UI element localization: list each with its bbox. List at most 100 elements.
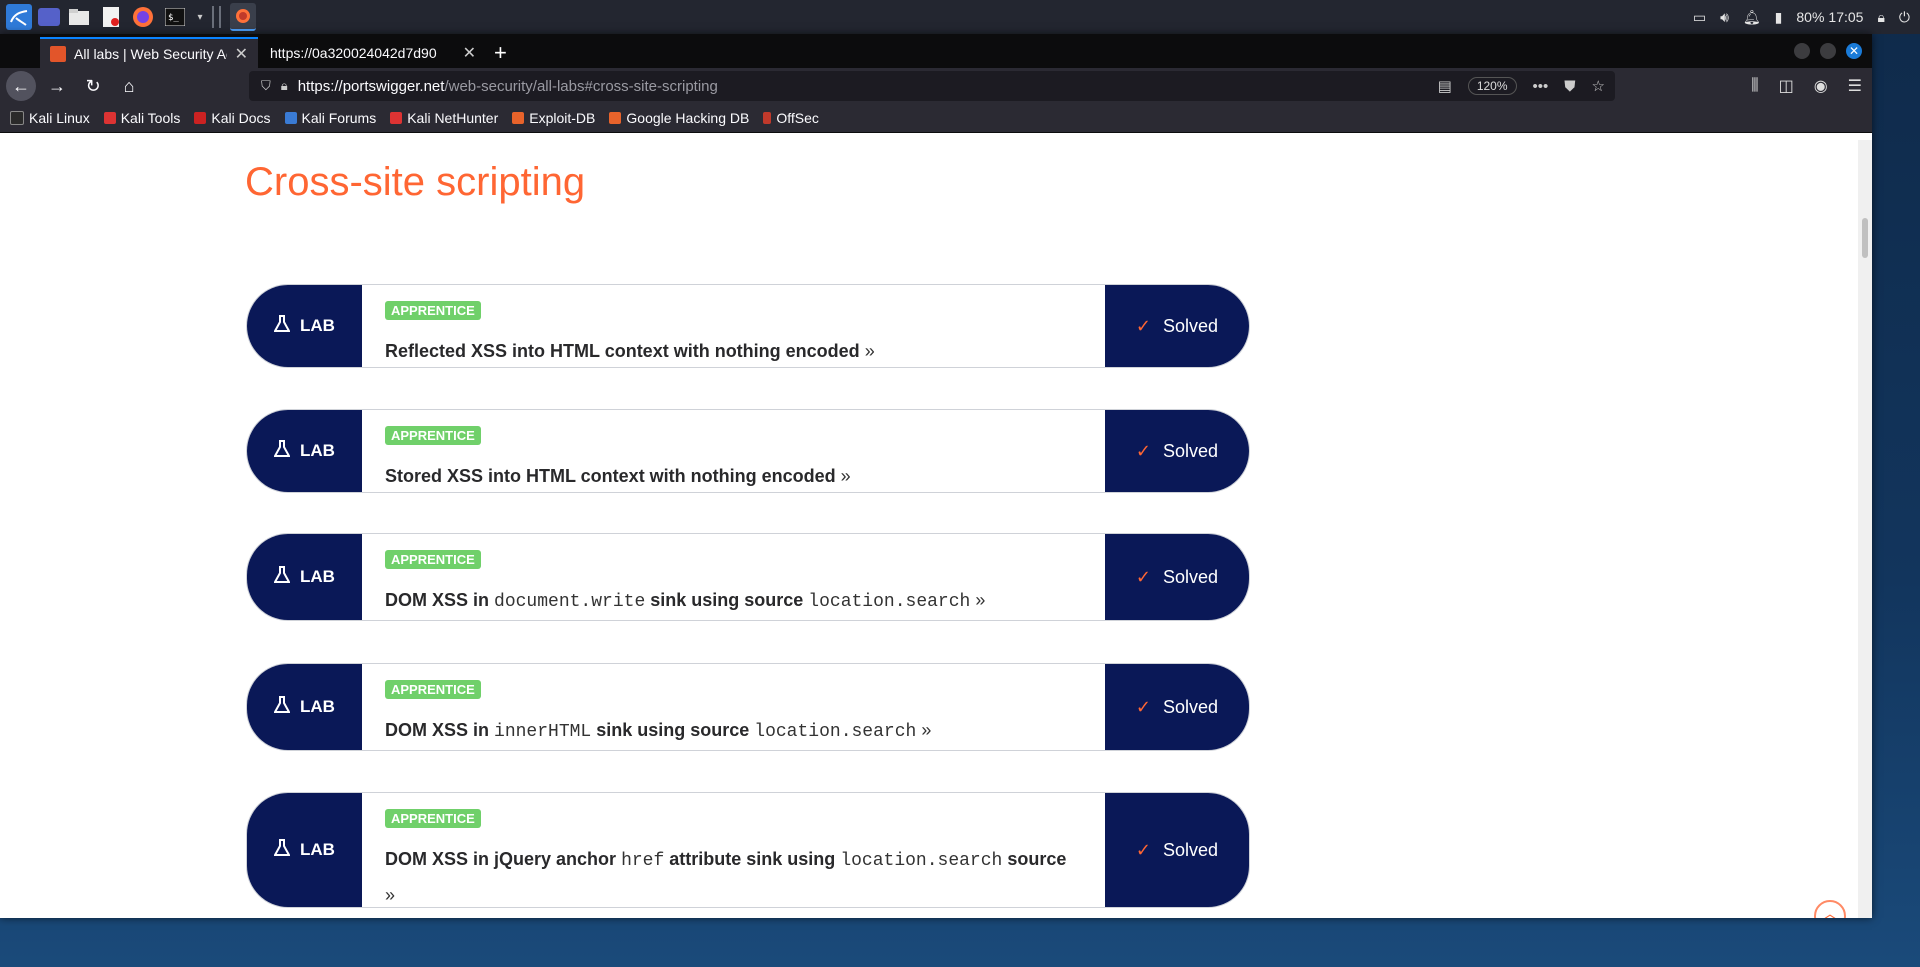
lab-title-link[interactable]: Stored XSS into HTML context with nothin…: [385, 459, 1079, 492]
level-badge: APPRENTICE: [385, 680, 481, 699]
tracking-protection-shield-icon[interactable]: ⛉: [261, 78, 271, 94]
double-chevron-right-icon: »: [859, 341, 875, 361]
solved-status: ✓ Solved: [1105, 410, 1249, 492]
text-editor-icon[interactable]: [98, 4, 124, 30]
file-manager-icon[interactable]: [66, 4, 92, 30]
terminal-icon[interactable]: $_: [162, 4, 188, 30]
lock-screen-icon[interactable]: 🔒︎: [1877, 9, 1884, 26]
forward-button[interactable]: →: [42, 71, 72, 101]
double-chevron-right-icon: »: [916, 720, 932, 740]
page-content: Cross-site scripting LAB APPRENTICE Reflec…: [0, 140, 1872, 918]
lab-badge-label: LAB: [300, 441, 335, 460]
lab-title-text: DOM XSS in jQuery anchor: [385, 849, 622, 869]
new-tab-button[interactable]: +: [494, 40, 507, 66]
checkmark-icon: ✓: [1135, 315, 1152, 336]
bookmark-kali-forums[interactable]: Kali Forums: [284, 110, 376, 126]
clock[interactable]: 17:05: [1828, 9, 1863, 25]
ghdb-icon: [609, 112, 622, 124]
home-button[interactable]: ⌂: [114, 71, 144, 101]
menu-hamburger-icon[interactable]: ☰: [1848, 76, 1862, 96]
offsec-icon: [763, 112, 772, 124]
section-title: Cross-site scripting: [245, 160, 586, 204]
kali-menu-icon[interactable]: [6, 4, 32, 30]
zoom-indicator[interactable]: 120%: [1467, 77, 1517, 95]
back-button[interactable]: ←: [6, 71, 36, 101]
lab-title-link[interactable]: DOM XSS in document.write sink using sou…: [385, 583, 1079, 619]
bookmark-google-hacking-db[interactable]: Google Hacking DB: [609, 110, 749, 126]
account-icon[interactable]: ◉: [1814, 76, 1828, 96]
page-actions-icon[interactable]: •••: [1533, 78, 1549, 95]
lab-title-text: sink using source: [591, 720, 755, 740]
lab-title-text: source: [1002, 849, 1067, 869]
lab-card[interactable]: LAB APPRENTICE DOM XSS in document.write s…: [246, 533, 1250, 621]
tab-bar: All labs | Web Security Ac ✕ https://0a3…: [0, 34, 1872, 68]
padlock-icon[interactable]: 🔒︎: [281, 78, 288, 94]
battery-percent: 80%: [1796, 9, 1825, 25]
checkmark-icon: ✓: [1135, 440, 1152, 461]
minimize-button[interactable]: [1794, 43, 1810, 59]
firefox-task-button[interactable]: [230, 3, 256, 31]
bookmark-kali-tools[interactable]: Kali Tools: [103, 110, 180, 126]
level-badge: APPRENTICE: [385, 809, 481, 828]
lab-card[interactable]: LAB APPRENTICE DOM XSS in innerHTML sink u…: [246, 663, 1250, 751]
url-bar[interactable]: ⛉ 🔒︎ https://portswigger.net/web-securit…: [249, 71, 1615, 101]
lab-card[interactable]: LAB APPRENTICE DOM XSS in jQuery anchor hr…: [246, 792, 1250, 908]
double-chevron-right-icon: »: [835, 466, 851, 486]
back-to-top-button[interactable]: ︿: [1814, 900, 1846, 918]
lab-badge: LAB: [247, 534, 362, 620]
lab-badge-label: LAB: [300, 840, 335, 859]
level-badge: APPRENTICE: [385, 550, 481, 569]
bookmark-kali-docs[interactable]: Kali Docs: [194, 110, 271, 126]
lab-badge: LAB: [247, 285, 362, 367]
lab-title-text: attribute sink using: [664, 849, 841, 869]
bookmark-offsec[interactable]: OffSec: [763, 110, 819, 126]
library-icon[interactable]: ⫼: [1751, 77, 1758, 95]
url-text[interactable]: https://portswigger.net/web-security/all…: [298, 78, 718, 95]
sidebar-icon[interactable]: ◫: [1779, 76, 1794, 96]
kali-tools-icon: [103, 112, 116, 124]
workspace-icon[interactable]: [38, 8, 60, 26]
battery-icon[interactable]: ▮: [1775, 9, 1783, 26]
display-icon[interactable]: ▭: [1693, 9, 1706, 26]
solved-status: ✓ Solved: [1105, 664, 1249, 750]
reload-button[interactable]: ↻: [78, 71, 108, 101]
pocket-icon[interactable]: ⛊: [1564, 78, 1575, 95]
lab-title-text: Reflected XSS into HTML context with not…: [385, 341, 860, 361]
close-tab-icon[interactable]: ✕: [235, 44, 248, 64]
lab-card[interactable]: LAB APPRENTICE Stored XSS into HTML contex…: [246, 409, 1250, 493]
notification-bell-icon[interactable]: 🔔︎: [1743, 9, 1761, 26]
bookmark-kali-linux[interactable]: Kali Linux: [10, 110, 90, 126]
lab-badge: LAB: [247, 410, 362, 492]
maximize-button[interactable]: [1820, 43, 1836, 59]
solved-label: Solved: [1163, 440, 1219, 461]
lab-title-link[interactable]: DOM XSS in innerHTML sink using source l…: [385, 713, 1079, 749]
lab-badge: LAB: [247, 793, 362, 907]
firefox-icon[interactable]: [130, 4, 156, 30]
lab-body: APPRENTICE DOM XSS in innerHTML sink usin…: [385, 680, 1079, 749]
lab-title-code: location.search: [808, 592, 971, 612]
page-scrollbar[interactable]: [1858, 140, 1872, 918]
bookmark-star-icon[interactable]: ☆: [1592, 77, 1605, 95]
bookmark-kali-nethunter[interactable]: Kali NetHunter: [390, 110, 498, 126]
scrollbar-thumb[interactable]: [1862, 218, 1868, 258]
solved-status: ✓ Solved: [1105, 285, 1249, 367]
tab-all-labs[interactable]: All labs | Web Security Ac ✕: [40, 37, 258, 68]
power-icon[interactable]: ⏻: [1899, 9, 1910, 26]
lab-card[interactable]: LAB APPRENTICE Reflected XSS into HTML con…: [246, 284, 1250, 368]
chevron-down-icon[interactable]: ▾: [194, 4, 206, 30]
kali-docs-icon: [194, 112, 207, 124]
close-tab-icon[interactable]: ✕: [463, 43, 476, 63]
bookmark-exploit-db[interactable]: Exploit-DB: [512, 110, 595, 126]
level-badge: APPRENTICE: [385, 426, 481, 445]
reader-view-icon[interactable]: ▤: [1438, 77, 1452, 95]
lab-title-text: sink using source: [645, 590, 809, 610]
lab-title-link[interactable]: DOM XSS in jQuery anchor href attribute …: [385, 842, 1079, 907]
lab-badge-label: LAB: [300, 567, 335, 586]
close-window-button[interactable]: ✕: [1846, 43, 1862, 59]
volume-icon[interactable]: 🔊︎: [1720, 9, 1729, 26]
lab-body: APPRENTICE Stored XSS into HTML context w…: [385, 426, 1079, 492]
browser-window: All labs | Web Security Ac ✕ https://0a3…: [0, 34, 1872, 918]
lab-title-link[interactable]: Reflected XSS into HTML context with not…: [385, 334, 1079, 367]
panel-separator: [212, 6, 214, 28]
tab-lab-instance[interactable]: https://0a320024042d7d90 ✕: [260, 37, 486, 68]
